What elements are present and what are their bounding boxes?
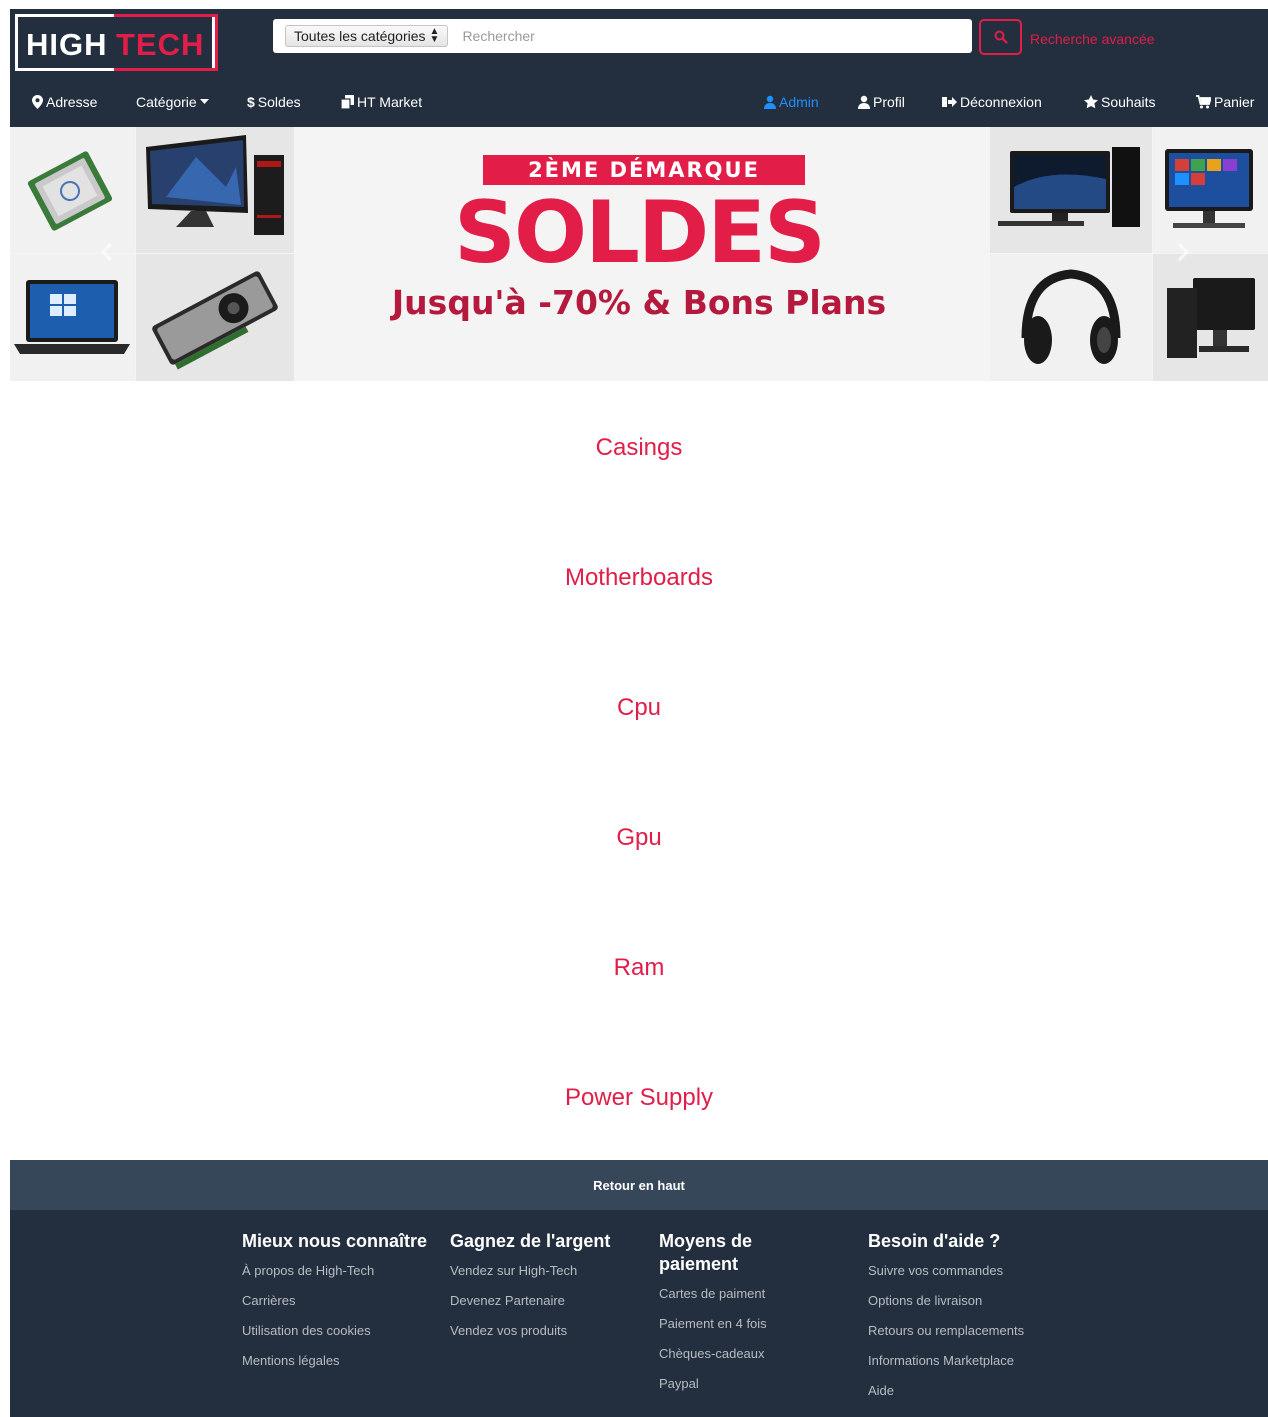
nav-label: Adresse: [46, 94, 98, 110]
nav-deconnexion[interactable]: Déconnexion: [942, 94, 1042, 110]
nav-panier[interactable]: Panier: [1196, 94, 1254, 110]
star-icon: [1084, 95, 1098, 109]
footer-column-earn: Gagnez de l'argent Vendez sur High-Tech …: [450, 1230, 640, 1353]
nav-label: Admin: [779, 94, 819, 110]
footer-column-title: Gagnez de l'argent: [450, 1231, 611, 1251]
footer-link[interactable]: Paiement en 4 fois: [659, 1316, 789, 1331]
search-button[interactable]: [979, 19, 1022, 55]
user-secret-icon: [764, 95, 776, 109]
promo-subtitle: Jusqu'à -70% & Bons Plans: [391, 283, 887, 322]
nav-profil[interactable]: Profil: [858, 94, 905, 110]
nav-label: Soldes: [257, 94, 301, 110]
nav-label: Panier: [1214, 94, 1255, 110]
category-select-value: Toutes les catégories: [294, 28, 426, 44]
nav-label: Catégorie: [136, 94, 197, 110]
sign-out-icon: [942, 97, 957, 107]
advanced-search-link[interactable]: Recherche avancée: [1030, 31, 1155, 47]
map-marker-icon: [32, 95, 43, 109]
nav-admin[interactable]: Admin: [764, 94, 819, 110]
footer: Mieux nous connaître À propos de High-Te…: [10, 1210, 1268, 1417]
caret-down-icon: [199, 99, 209, 104]
nav-label: Profil: [873, 94, 905, 110]
category-link-gpu[interactable]: Gpu: [10, 824, 1268, 852]
footer-link[interactable]: Vendez vos produits: [450, 1323, 640, 1338]
footer-link[interactable]: Mentions légales: [242, 1353, 432, 1368]
footer-column-about: Mieux nous connaître À propos de High-Te…: [242, 1230, 432, 1383]
footer-link[interactable]: Informations Marketplace: [868, 1353, 1088, 1368]
footer-column-title: Besoin d'aide ?: [868, 1231, 1001, 1251]
category-select[interactable]: Toutes les catégories ▲ ▼: [285, 25, 449, 47]
footer-link[interactable]: Carrières: [242, 1293, 432, 1308]
promo-tag: 2ÈME DÉMARQUE: [483, 155, 805, 185]
search-icon: [994, 30, 1008, 44]
footer-link[interactable]: Devenez Partenaire: [450, 1293, 640, 1308]
category-link-power-supply[interactable]: Power Supply: [10, 1084, 1268, 1112]
back-to-top-link[interactable]: Retour en haut: [10, 1160, 1268, 1210]
nav-soldes[interactable]: $ Soldes: [247, 94, 301, 110]
category-link-cpu[interactable]: Cpu: [10, 694, 1268, 722]
search-input[interactable]: [462, 28, 972, 44]
logo-text-white: HIGH: [26, 27, 108, 62]
nav-ht-market[interactable]: HT Market: [341, 94, 422, 110]
category-link-motherboards[interactable]: Motherboards: [10, 564, 1268, 592]
footer-link[interactable]: Vendez sur High-Tech: [450, 1263, 640, 1278]
footer-link[interactable]: Retours ou remplacements: [868, 1323, 1088, 1338]
search-bar: Toutes les catégories ▲ ▼: [273, 19, 972, 53]
copy-icon: [341, 95, 354, 109]
footer-link[interactable]: Suivre vos commandes: [868, 1263, 1088, 1278]
footer-column-help: Besoin d'aide ? Suivre vos commandes Opt…: [868, 1230, 1088, 1413]
promo-banner[interactable]: 2ÈME DÉMARQUE SOLDES Jusqu'à -70% & Bons…: [10, 127, 1268, 381]
footer-column-title: Mieux nous connaître: [242, 1231, 428, 1251]
nav-label: Déconnexion: [960, 94, 1042, 110]
footer-link[interactable]: Paypal: [659, 1376, 789, 1391]
cart-icon: [1196, 95, 1211, 109]
select-arrows-icon: ▲ ▼: [429, 26, 440, 45]
nav-adresse[interactable]: Adresse: [32, 94, 97, 110]
category-link-ram[interactable]: Ram: [10, 954, 1268, 982]
nav-label: Souhaits: [1101, 94, 1156, 110]
nav-categorie[interactable]: Catégorie: [136, 94, 209, 110]
footer-link[interactable]: Utilisation des cookies: [242, 1323, 432, 1338]
nav-souhaits[interactable]: Souhaits: [1084, 94, 1155, 110]
footer-link[interactable]: Cartes de paiment: [659, 1286, 789, 1301]
footer-link[interactable]: Options de livraison: [868, 1293, 1088, 1308]
logo[interactable]: HIGH TECH: [15, 14, 218, 71]
dollar-icon: $: [247, 94, 255, 110]
top-header: HIGH TECH Toutes les catégories ▲ ▼ Reche…: [10, 9, 1268, 79]
footer-column-title: Moyens de paiement: [659, 1231, 753, 1274]
footer-link[interactable]: Aide: [868, 1383, 1088, 1398]
logo-text-red: TECH: [116, 27, 205, 62]
nav-bar: Adresse Catégorie $ Soldes HT Market Adm…: [10, 79, 1268, 127]
nav-label: HT Market: [357, 94, 423, 110]
page: HIGH TECH Toutes les catégories ▲ ▼ Reche…: [10, 9, 1268, 1417]
footer-link[interactable]: À propos de High-Tech: [242, 1263, 432, 1278]
footer-column-payment: Moyens de paiement Cartes de paiment Pai…: [659, 1230, 789, 1406]
footer-link[interactable]: Chèques-cadeaux: [659, 1346, 789, 1361]
user-icon: [858, 95, 870, 109]
category-link-casings[interactable]: Casings: [10, 434, 1268, 462]
promo-title: SOLDES: [454, 183, 826, 283]
